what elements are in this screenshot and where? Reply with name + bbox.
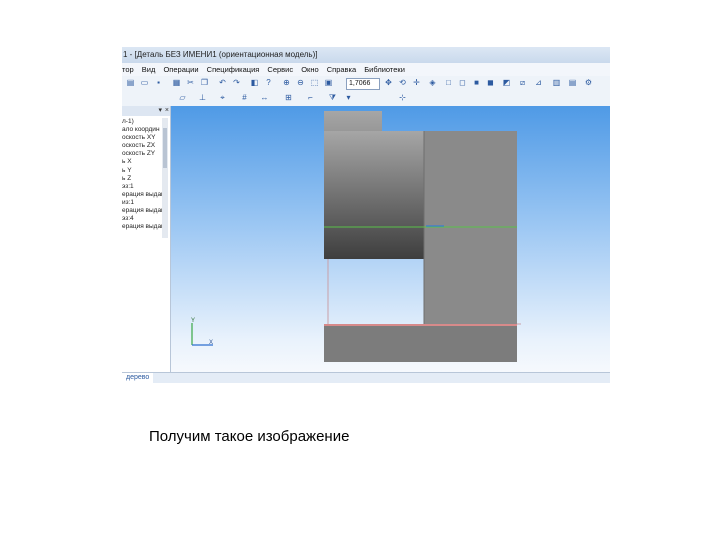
filter-options-icon[interactable]: ▾ xyxy=(344,93,353,102)
redo-icon[interactable]: ↷ xyxy=(232,78,241,87)
pin-icon[interactable]: ▾ xyxy=(158,106,162,116)
properties-icon[interactable]: ◧ xyxy=(250,78,259,87)
perspective-icon[interactable]: ◩ xyxy=(502,78,511,87)
library-icon[interactable]: ▤ xyxy=(568,78,577,87)
tree-item[interactable]: оскость ZY xyxy=(122,150,162,158)
view-orientation-icon[interactable]: ◈ xyxy=(428,78,437,87)
menu-item[interactable]: Справка xyxy=(327,65,356,74)
part-body-left xyxy=(324,131,424,259)
menu-item[interactable]: Спецификация xyxy=(207,65,260,74)
tab-tree[interactable]: дерево xyxy=(122,373,154,383)
print-icon[interactable]: ▦ xyxy=(172,78,181,87)
tree-item[interactable]: ерация выдав xyxy=(122,207,162,215)
local-cs-icon[interactable]: ⌐ xyxy=(306,93,315,102)
cad-screenshot: 1 - [Деталь БЕЗ ИМЕНИ1 (ориентационная м… xyxy=(122,47,610,383)
main-toolbar: ▤ ▭ ▪ ▦ ✂ ❐ ↶ ↷ ◧ ? ⊕ ⊖ ⬚ ▣ 1,7066 ✥ ⟲ ✛… xyxy=(122,76,610,92)
open-icon[interactable]: ▭ xyxy=(140,78,149,87)
sketch-icon[interactable]: ▱ xyxy=(178,93,187,102)
new-document-icon[interactable]: ▤ xyxy=(126,78,135,87)
filter-icon[interactable]: ⧩ xyxy=(328,93,337,102)
tree-item[interactable]: эз:1 xyxy=(122,183,162,191)
y-axis-label: Y xyxy=(191,318,196,324)
rotate-icon[interactable]: ⟲ xyxy=(398,78,407,87)
tree-item[interactable]: ерация выдав xyxy=(122,191,162,199)
hidden-lines-icon[interactable]: ◻ xyxy=(458,78,467,87)
wireframe-icon[interactable]: □ xyxy=(444,78,453,87)
zoom-window-icon[interactable]: ⬚ xyxy=(310,78,319,87)
coordinate-icon[interactable]: ⊹ xyxy=(398,93,407,102)
tree-item[interactable]: ь Z xyxy=(122,175,162,183)
orientation-icon[interactable]: ✛ xyxy=(412,78,421,87)
help-icon[interactable]: ? xyxy=(264,78,273,87)
zoom-out-icon[interactable]: ⊖ xyxy=(296,78,305,87)
pan-icon[interactable]: ✥ xyxy=(384,78,393,87)
part-model xyxy=(324,111,521,362)
part-base xyxy=(324,326,517,362)
copy-icon[interactable]: ❐ xyxy=(200,78,209,87)
shaded-edges-icon[interactable]: ◼ xyxy=(486,78,495,87)
scrollbar-thumb[interactable] xyxy=(163,128,167,168)
constraint-icon[interactable]: ⊞ xyxy=(284,93,293,102)
snap-icon[interactable]: ⌖ xyxy=(218,93,227,102)
tree-item[interactable]: эз:4 xyxy=(122,215,162,223)
tree-item[interactable]: ь Y xyxy=(122,167,162,175)
measure-icon[interactable]: ⊿ xyxy=(534,78,543,87)
3d-viewport[interactable]: Y X xyxy=(171,106,610,372)
zoom-all-icon[interactable]: ▣ xyxy=(324,78,333,87)
section-line xyxy=(324,324,517,326)
menu-item[interactable]: тор xyxy=(122,65,134,74)
grid-icon[interactable]: # xyxy=(240,93,249,102)
slide-caption: Получим такое изображение xyxy=(149,428,350,445)
zoom-field[interactable]: 1,7066 xyxy=(346,78,380,90)
manager-icon[interactable]: ▥ xyxy=(552,78,561,87)
zoom-in-icon[interactable]: ⊕ xyxy=(282,78,291,87)
settings-icon[interactable]: ⚙ xyxy=(584,78,593,87)
tree-item[interactable]: оскость XY xyxy=(122,134,162,142)
undo-icon[interactable]: ↶ xyxy=(218,78,227,87)
menu-item[interactable]: Вид xyxy=(142,65,156,74)
tree-item[interactable]: из:1 xyxy=(122,199,162,207)
menu-item[interactable]: Библиотеки xyxy=(364,65,405,74)
panel-tabs: дерево xyxy=(122,372,610,383)
tree-item[interactable]: ерация выдав xyxy=(122,223,162,231)
model-tree-panel: ▾ × л-1) ало координ оскость XY оскость … xyxy=(122,106,171,372)
secondary-toolbar: ▱ ⊥ ⌖ # ↔ ⊞ ⌐ ⧩ ▾ ⊹ xyxy=(122,91,610,107)
ortho-icon[interactable]: ⊥ xyxy=(198,93,207,102)
dimension-icon[interactable]: ↔ xyxy=(260,93,269,102)
menu-item[interactable]: Сервис xyxy=(267,65,293,74)
panel-header: ▾ × xyxy=(122,106,170,116)
tree-item[interactable]: оскость ZX xyxy=(122,142,162,150)
tree-item[interactable]: ало координ xyxy=(122,126,162,134)
tree-item[interactable]: ь X xyxy=(122,158,162,166)
section-icon[interactable]: ⧄ xyxy=(518,78,527,87)
shaded-icon[interactable]: ■ xyxy=(472,78,481,87)
window-title: 1 - [Деталь БЕЗ ИМЕНИ1 (ориентационная м… xyxy=(122,47,610,64)
menu-item[interactable]: Окно xyxy=(301,65,318,74)
close-icon[interactable]: × xyxy=(165,106,169,116)
x-axis-label: X xyxy=(209,340,214,346)
save-icon[interactable]: ▪ xyxy=(154,78,163,87)
cut-icon[interactable]: ✂ xyxy=(186,78,195,87)
menu-item[interactable]: Операции xyxy=(163,65,198,74)
tree-scrollbar[interactable] xyxy=(162,118,168,238)
tree-item[interactable]: л-1) xyxy=(122,118,162,126)
model-tree: л-1) ало координ оскость XY оскость ZX о… xyxy=(122,118,162,231)
menu-bar: тор Вид Операции Спецификация Сервис Окн… xyxy=(122,63,610,76)
